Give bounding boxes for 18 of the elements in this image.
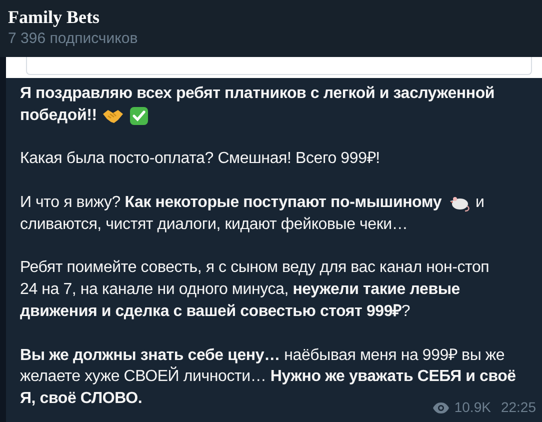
check-icon [128,106,149,126]
message-text: и [476,192,484,213]
message-text: Вы же должны знать себе цену… наёбывая меня на 999₽ вы же [20,346,505,366]
message-text: Ребят поимейте совесть, я с сыном веду для вас канал нон-стоп [20,258,490,278]
message-text: Какая была посто-оплата? Смешная! Всего 999₽! [20,149,380,170]
subscriber-count: 7 396 подписчиков [8,29,139,49]
channel-title: Family Bets [8,6,100,28]
view-count: 10.9K [454,398,491,417]
message-text: Я поздравляю всех ребят платников с легкой и заслуженной [20,84,495,104]
message-text: 24 на 7, на канале ни одного минуса, неужели такие левые [20,280,460,300]
eye-icon [432,402,450,414]
message-text: Я, своё СЛОВО. [20,389,142,410]
message-text: И что я вижу? Как некоторые поступают по-мышиному [20,192,442,213]
message-text: победой!! [20,106,97,126]
message-text: желаете хуже СВОЕЙ личности… Нужно же уважать СЕБЯ и своё [20,366,516,388]
message-text: сливаются, чистят диалоги, кидают фейковые чеки… [20,214,408,235]
message-text: движения и сделка с вашей совестью стоят 999₽? [20,302,410,322]
message-time: 22:25 [500,398,536,417]
